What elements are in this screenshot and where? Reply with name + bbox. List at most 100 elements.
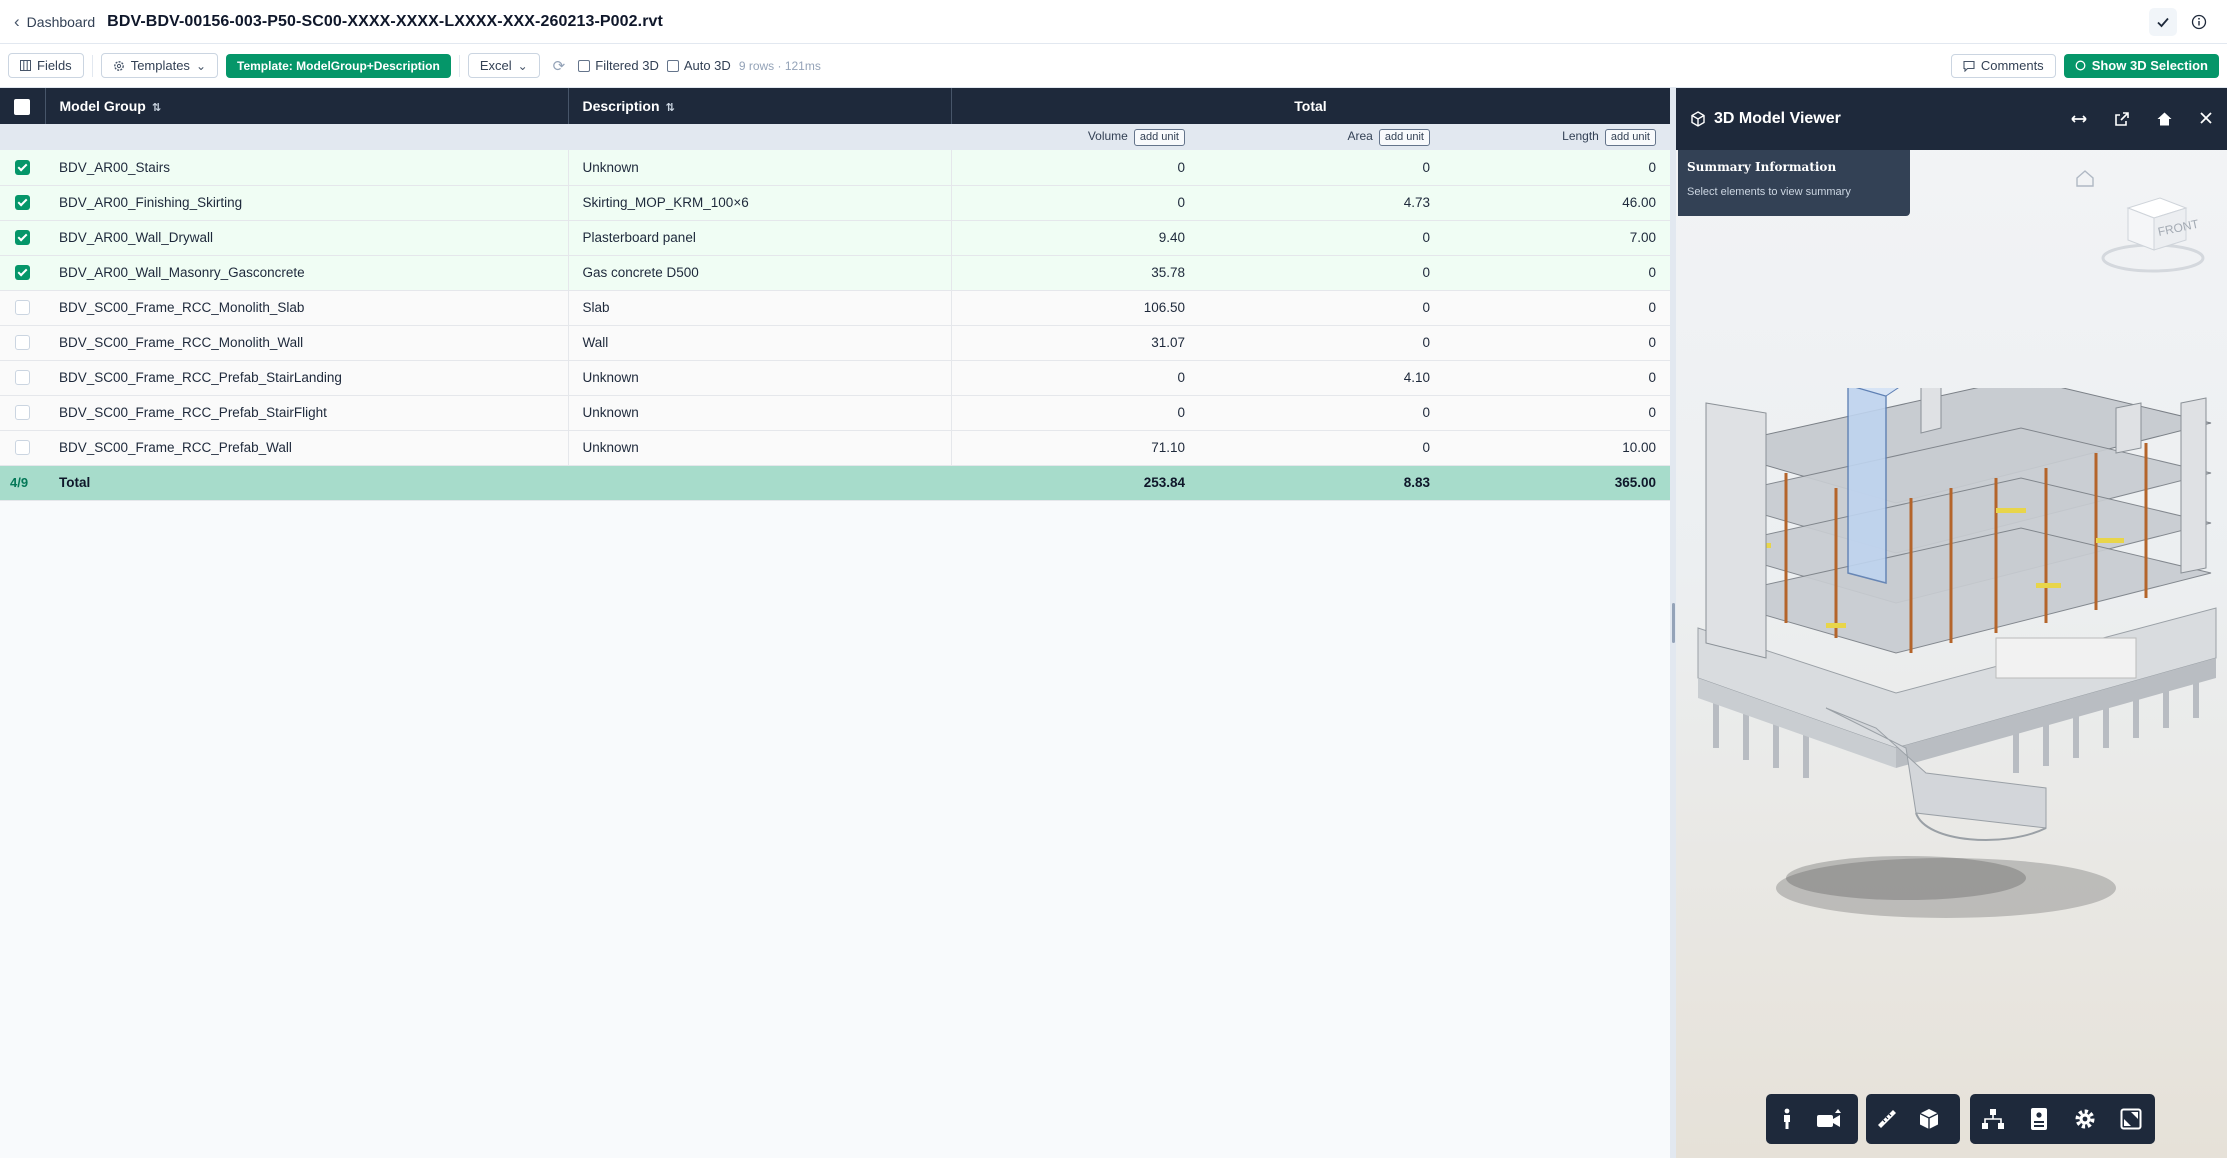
row-checkbox[interactable] bbox=[15, 160, 30, 176]
description-cell: Unknown bbox=[567, 395, 951, 431]
measure-button[interactable] bbox=[1872, 1104, 1902, 1134]
row-checkbox[interactable] bbox=[15, 230, 30, 246]
description-header[interactable]: Description ⇅ bbox=[568, 88, 952, 124]
splitter-grip[interactable] bbox=[1672, 603, 1675, 643]
model-group-cell: BDV_AR00_Finishing_Skirting bbox=[45, 185, 568, 221]
add-unit-length-button[interactable]: add unit bbox=[1604, 128, 1656, 146]
volume-cell: 9.40 bbox=[950, 220, 1199, 256]
subheader-spacer bbox=[568, 124, 951, 150]
sort-icon[interactable]: ⇅ bbox=[152, 102, 161, 114]
total-volume: 253.84 bbox=[951, 465, 1199, 501]
table-row[interactable]: BDV_AR00_Finishing_Skirting Skirting_MOP… bbox=[0, 185, 1670, 221]
model-group-cell: BDV_AR00_Wall_Drywall bbox=[45, 220, 568, 256]
table-row[interactable]: BDV_SC00_Frame_RCC_Prefab_StairFlight Un… bbox=[0, 395, 1670, 431]
camera-icon bbox=[1817, 1109, 1841, 1127]
section-box-button[interactable] bbox=[1914, 1104, 1944, 1134]
length-subheader: Length add unit bbox=[1444, 124, 1670, 150]
volume-cell: 31.07 bbox=[950, 325, 1199, 361]
viewer-navigation-toolbar bbox=[1766, 1094, 1858, 1144]
checkbox-box[interactable] bbox=[666, 59, 679, 72]
area-subheader: Area add unit bbox=[1199, 124, 1444, 150]
summary-info-panel: Summary Information Select elements to v… bbox=[1678, 150, 1910, 216]
close-icon[interactable] bbox=[2199, 111, 2213, 125]
table-row[interactable]: BDV_SC00_Frame_RCC_Monolith_Wall Wall 31… bbox=[0, 325, 1670, 361]
fields-label: Fields bbox=[37, 58, 72, 73]
comments-button[interactable]: Comments bbox=[1950, 53, 2056, 78]
confirm-button[interactable] bbox=[2149, 7, 2177, 36]
table-row[interactable]: BDV_SC00_Frame_RCC_Prefab_Wall Unknown 7… bbox=[0, 430, 1670, 466]
table-body: BDV_AR00_Stairs Unknown 0 0 0 BDV_AR00_F… bbox=[0, 150, 1670, 501]
row-checkbox[interactable] bbox=[15, 405, 30, 421]
checkbox-box[interactable] bbox=[578, 59, 591, 72]
filtered-3d-checkbox[interactable]: Filtered 3D bbox=[578, 58, 659, 73]
description-cell: Plasterboard panel bbox=[567, 220, 951, 256]
viewer-settings-toolbar bbox=[1970, 1094, 2155, 1144]
show-3d-selection-button[interactable]: Show 3D Selection bbox=[2063, 53, 2219, 78]
row-checkbox[interactable] bbox=[15, 300, 30, 316]
area-cell: 4.73 bbox=[1199, 185, 1444, 221]
auto-3d-checkbox[interactable]: Auto 3D bbox=[666, 58, 731, 73]
volume-label: Volume bbox=[1087, 128, 1128, 143]
fullscreen-icon bbox=[2120, 1108, 2142, 1130]
sort-icon[interactable]: ⇅ bbox=[666, 102, 675, 114]
table-row[interactable]: BDV_SC00_Frame_RCC_Prefab_StairLanding U… bbox=[0, 360, 1670, 396]
properties-button[interactable] bbox=[2024, 1104, 2054, 1134]
area-cell: 0 bbox=[1199, 395, 1444, 431]
row-checkbox[interactable] bbox=[15, 335, 30, 351]
model-group-cell: BDV_SC00_Frame_RCC_Prefab_StairLanding bbox=[45, 360, 568, 396]
table-icon bbox=[20, 60, 31, 71]
add-unit-area-button[interactable]: add unit bbox=[1378, 128, 1430, 146]
description-cell: Unknown bbox=[567, 360, 951, 396]
model-group-cell: BDV_AR00_Stairs bbox=[45, 150, 568, 186]
table-row[interactable]: BDV_AR00_Wall_Masonry_Gasconcrete Gas co… bbox=[0, 255, 1670, 291]
refresh-icon[interactable]: ⟳ bbox=[548, 57, 571, 75]
settings-button[interactable] bbox=[2070, 1104, 2100, 1134]
toolbar-divider bbox=[91, 54, 93, 77]
area-cell: 0 bbox=[1199, 255, 1444, 291]
swap-horizontal-icon[interactable] bbox=[2070, 111, 2088, 127]
templates-dropdown[interactable]: Templates ⌄ bbox=[100, 53, 218, 78]
model-group-cell: BDV_AR00_Wall_Masonry_Gasconcrete bbox=[45, 255, 568, 291]
templates-label: Templates bbox=[130, 58, 190, 73]
row-checkbox[interactable] bbox=[15, 195, 30, 211]
back-to-dashboard-link[interactable]: ‹ Dashboard bbox=[14, 13, 95, 30]
home-view-icon[interactable] bbox=[2074, 168, 2096, 188]
excel-label: Excel bbox=[479, 58, 512, 73]
volume-cell: 0 bbox=[950, 395, 1199, 431]
length-cell: 7.00 bbox=[1444, 220, 1670, 256]
description-cell: Skirting_MOP_KRM_100×6 bbox=[567, 185, 951, 221]
row-checkbox[interactable] bbox=[15, 370, 30, 386]
add-unit-volume-button[interactable]: add unit bbox=[1133, 128, 1185, 146]
row-checkbox[interactable] bbox=[15, 440, 30, 456]
walk-mode-button[interactable] bbox=[1772, 1104, 1802, 1134]
fullscreen-button[interactable] bbox=[2116, 1104, 2146, 1134]
length-cell: 0 bbox=[1444, 150, 1670, 186]
home-icon[interactable] bbox=[2156, 111, 2173, 127]
external-link-icon[interactable] bbox=[2114, 111, 2130, 127]
show-3d-label: Show 3D Selection bbox=[2091, 58, 2208, 73]
view-cube[interactable]: FRONT bbox=[2098, 186, 2208, 281]
total-header: Total bbox=[951, 88, 1671, 124]
model-tree-button[interactable] bbox=[1978, 1104, 2008, 1134]
top-bar: ‹ Dashboard BDV-BDV-00156-003-P50-SC00-X… bbox=[0, 0, 2227, 44]
table-row[interactable]: BDV_AR00_Wall_Drywall Plasterboard panel… bbox=[0, 220, 1670, 256]
info-button[interactable] bbox=[2185, 8, 2213, 36]
template-badge-button[interactable]: Template: ModelGroup+Description bbox=[226, 53, 451, 78]
row-checkbox[interactable] bbox=[15, 265, 30, 281]
excel-dropdown[interactable]: Excel ⌄ bbox=[467, 53, 540, 78]
section-box-icon bbox=[1919, 1109, 1939, 1129]
model-group-header[interactable]: Model Group ⇅ bbox=[45, 88, 569, 124]
chevron-down-icon: ⌄ bbox=[517, 58, 528, 73]
table-row[interactable]: BDV_AR00_Stairs Unknown 0 0 0 bbox=[0, 150, 1670, 186]
summary-title: Summary Information bbox=[1687, 160, 1837, 174]
camera-mode-button[interactable] bbox=[1814, 1104, 1844, 1134]
select-all-checkbox[interactable] bbox=[14, 98, 31, 115]
area-cell: 0 bbox=[1199, 430, 1444, 466]
description-cell: Unknown bbox=[567, 150, 951, 186]
volume-cell: 0 bbox=[950, 150, 1199, 186]
volume-cell: 0 bbox=[950, 185, 1199, 221]
table-row[interactable]: BDV_SC00_Frame_RCC_Monolith_Slab Slab 10… bbox=[0, 290, 1670, 326]
building-3d-model[interactable] bbox=[1676, 388, 2227, 968]
quantity-table-panel: Model Group ⇅ Description ⇅ Total Volume ad… bbox=[0, 88, 1671, 1158]
fields-button[interactable]: Fields bbox=[8, 53, 84, 78]
